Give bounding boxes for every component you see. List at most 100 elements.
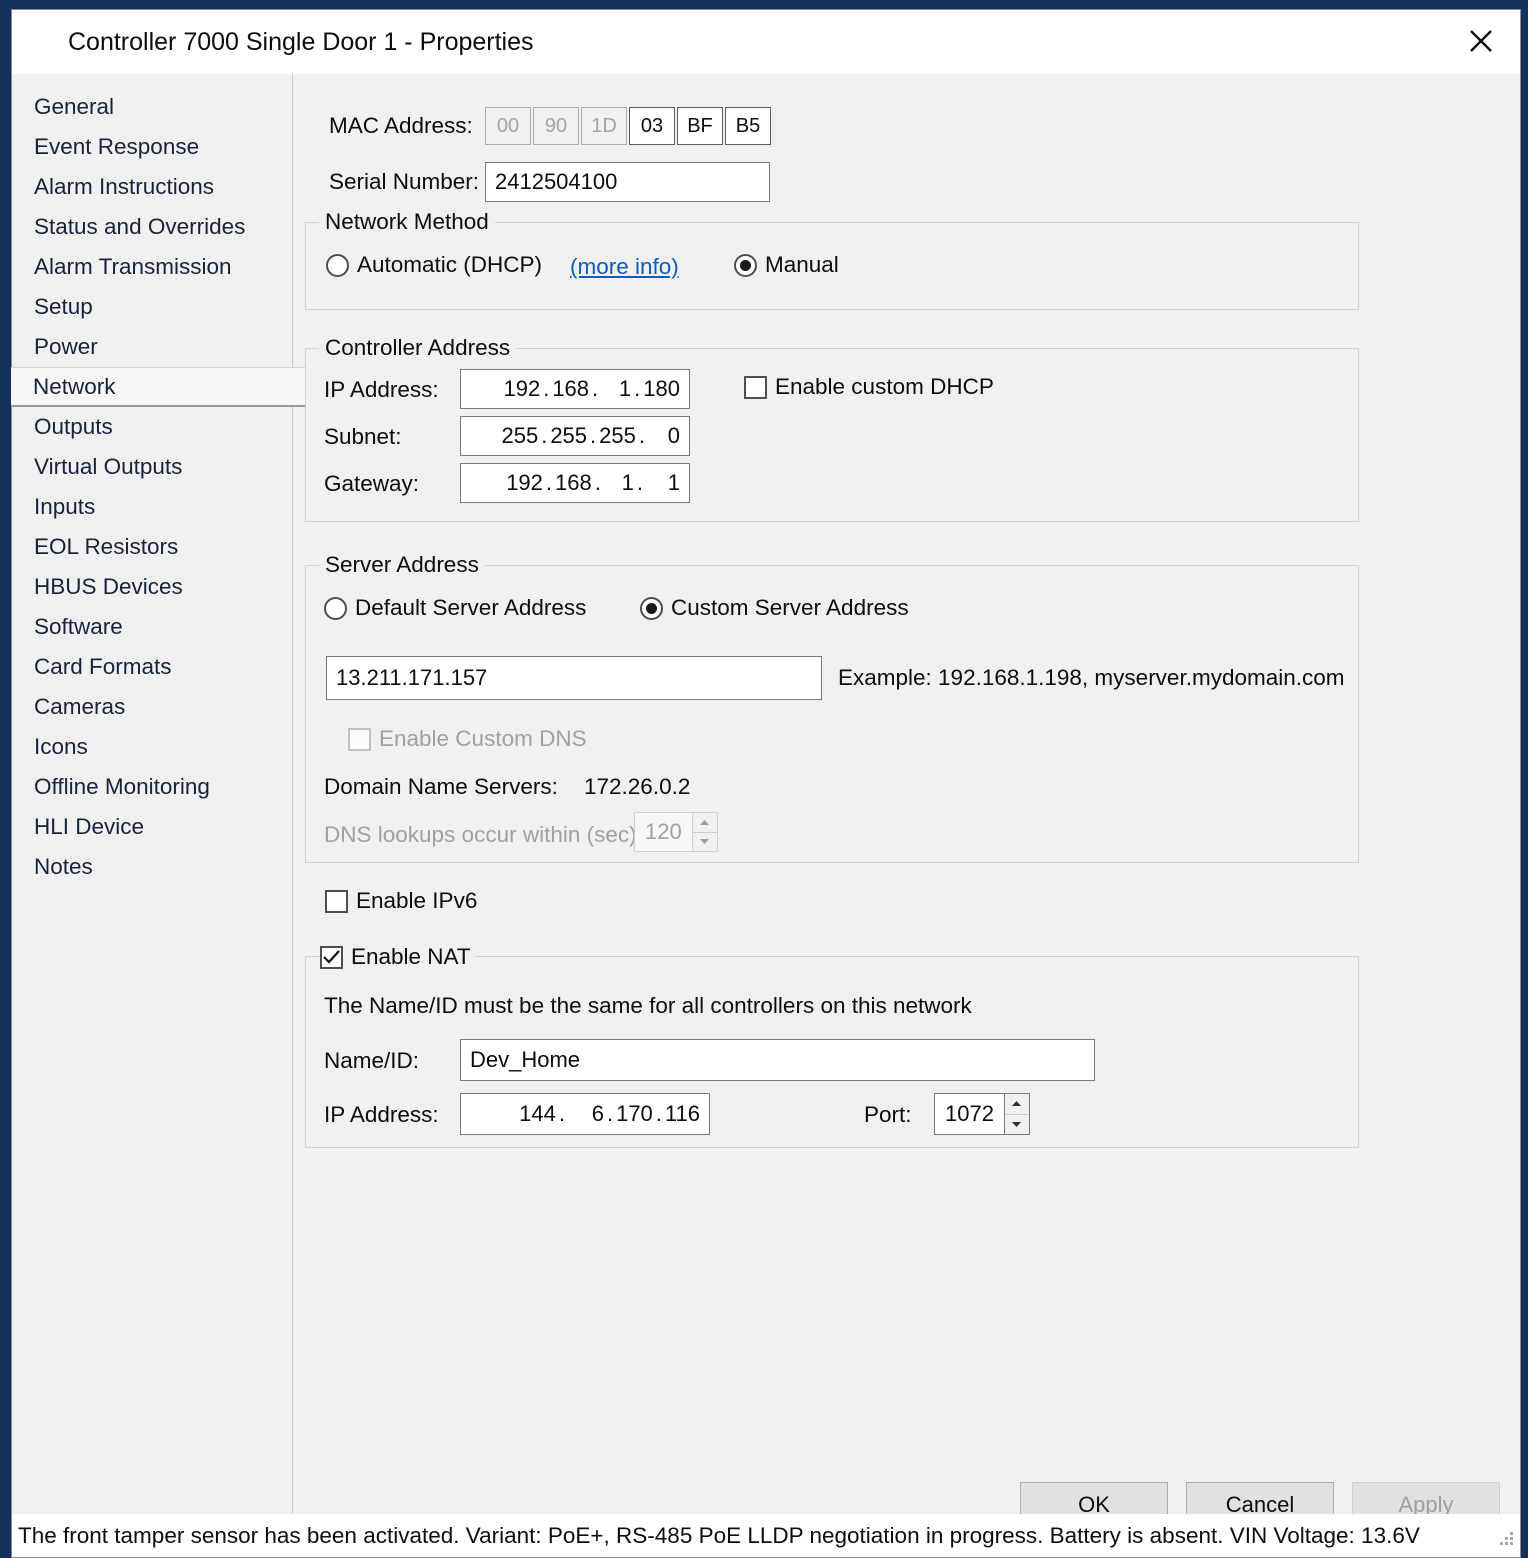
mac-address-label: MAC Address: [329,113,473,138]
default-server-address-label: Default Server Address [355,595,587,620]
sidebar-item-label: HBUS Devices [34,574,183,599]
serial-number-input[interactable]: 2412504100 [485,162,770,202]
nat-ip-label: IP Address: [324,1102,439,1127]
status-bar: The front tamper sensor has been activat… [11,1514,1521,1558]
enable-ipv6-checkbox[interactable]: Enable IPv6 [325,888,477,914]
custom-server-address-radio[interactable]: Custom Server Address [640,595,909,621]
nat-name-label: Name/ID: [324,1048,420,1073]
sidebar-item-icons[interactable]: Icons [12,727,292,767]
spin-down-icon[interactable] [1005,1115,1029,1135]
sidebar-item-card-formats[interactable]: Card Formats [12,647,292,687]
sidebar-item-alarm-instructions[interactable]: Alarm Instructions [12,167,292,207]
sidebar-item-setup[interactable]: Setup [12,287,292,327]
sidebar-item-general[interactable]: General [12,87,292,127]
sidebar-item-label: Icons [34,734,88,759]
enable-nat-checkbox[interactable]: Enable NAT [320,944,471,970]
mac-octet-4[interactable]: 03 [629,107,675,145]
sidebar-item-label: General [34,94,115,119]
serial-number-label: Serial Number: [329,169,480,194]
sidebar-item-virtual-outputs[interactable]: Virtual Outputs [12,447,292,487]
sidebar-item-label: Offline Monitoring [34,774,210,799]
subnet-octet-1: 255 [501,423,539,448]
close-icon[interactable] [1454,18,1508,64]
enable-nat-header: Enable NAT [320,943,475,971]
enable-custom-dns-checkbox[interactable]: Enable Custom DNS [348,726,587,752]
mac-address-row: MAC Address: 00 90 1D 03 BF B5 [329,107,773,145]
manual-radio[interactable]: Manual [734,252,839,278]
gateway-label: Gateway: [324,471,420,496]
gateway-octet-1: 192 [506,470,543,495]
server-address-group: Server Address Default Server Address Cu… [305,552,1359,863]
nat-ip-input[interactable]: 144. 6. 170. 116 [460,1093,710,1135]
resize-grip-icon[interactable] [1498,1526,1514,1552]
dns-lookup-label: DNS lookups occur within (sec): [324,822,643,847]
sidebar-item-inputs[interactable]: Inputs [12,487,292,527]
ip-octet-4: 180 [643,376,680,401]
checkbox-icon [325,889,348,913]
status-bar-text: The front tamper sensor has been activat… [18,1522,1420,1548]
sidebar-item-event-response[interactable]: Event Response [12,127,292,167]
properties-dialog: Controller 7000 Single Door 1 - Properti… [11,9,1521,1551]
radio-circle-icon [324,596,347,620]
controller-ip-input[interactable]: 192. 168. 1. 180 [460,369,690,409]
subnet-input[interactable]: 255. 255. 255. 0 [460,416,690,456]
automatic-dhcp-radio[interactable]: Automatic (DHCP) [326,252,542,278]
server-address-title: Server Address [319,552,485,578]
sidebar-item-outputs[interactable]: Outputs [12,407,292,447]
nat-port-stepper[interactable]: 1072 [934,1093,1030,1135]
mac-octet-2: 90 [533,107,579,145]
desktop-background: Controller 7000 Single Door 1 - Properti… [0,0,1528,1558]
automatic-dhcp-label: Automatic (DHCP) [357,252,543,277]
sidebar-item-notes[interactable]: Notes [12,847,292,887]
more-info-link[interactable]: (more info) [570,254,679,280]
subnet-octet-4: 0 [667,423,680,448]
sidebar-item-network[interactable]: Network [11,367,305,407]
radio-circle-icon [326,253,349,277]
enable-custom-dhcp-label: Enable custom DHCP [775,374,994,399]
sidebar-item-alarm-transmission[interactable]: Alarm Transmission [12,247,292,287]
mac-octet-6[interactable]: B5 [725,107,771,145]
subnet-octet-3: 255 [599,423,636,448]
nat-note: The Name/ID must be the same for all con… [324,993,972,1018]
sidebar-item-label: Outputs [34,414,113,439]
checkbox-icon [348,727,371,751]
dns-lookup-stepper[interactable]: 120 [634,812,718,852]
server-address-input[interactable]: 13.211.171.157 [326,656,822,700]
spin-down-icon[interactable] [693,833,717,852]
sidebar-item-cameras[interactable]: Cameras [12,687,292,727]
nat-port-spin-buttons[interactable] [1003,1093,1030,1135]
title-bar: Controller 7000 Single Door 1 - Properti… [12,10,1520,74]
mac-octet-5[interactable]: BF [677,107,723,145]
default-server-address-radio[interactable]: Default Server Address [324,595,586,621]
gateway-octet-4: 1 [667,470,680,495]
sidebar-item-offline-monitoring[interactable]: Offline Monitoring [12,767,292,807]
radio-circle-icon [734,253,757,277]
sidebar-item-power[interactable]: Power [12,327,292,367]
sidebar-item-hli-device[interactable]: HLI Device [12,807,292,847]
sidebar-item-eol-resistors[interactable]: EOL Resistors [12,527,292,567]
subnet-label: Subnet: [324,424,402,449]
spin-up-icon[interactable] [692,813,717,833]
spin-up-icon[interactable] [1004,1094,1029,1115]
sidebar-item-status-and-overrides[interactable]: Status and Overrides [12,207,292,247]
sidebar-item-label: Event Response [34,134,200,159]
checkbox-icon [320,945,343,969]
sidebar-item-label: Notes [34,854,93,879]
nat-name-input[interactable]: Dev_Home [460,1039,1095,1081]
sidebar-item-hbus-devices[interactable]: HBUS Devices [12,567,292,607]
gateway-input[interactable]: 192. 168. 1. 1 [460,463,690,503]
sidebar-item-software[interactable]: Software [12,607,292,647]
sidebar-item-label: Cameras [34,694,126,719]
manual-label: Manual [765,252,839,277]
gateway-octet-3: 1 [621,470,634,495]
ip-octet-1: 192 [503,376,541,401]
sidebar-item-label: Setup [34,294,93,319]
dns-lookup-spin-buttons[interactable] [691,812,718,852]
enable-ipv6-label: Enable IPv6 [356,888,478,913]
server-address-example: Example: 192.168.1.198, myserver.mydomai… [838,665,1345,690]
enable-nat-label: Enable NAT [351,944,471,970]
enable-custom-dhcp-checkbox[interactable]: Enable custom DHCP [744,374,994,400]
sidebar-item-label: Alarm Transmission [34,254,232,279]
ip-octet-3: 1 [618,376,632,401]
domain-name-servers-label: Domain Name Servers: [324,774,558,799]
